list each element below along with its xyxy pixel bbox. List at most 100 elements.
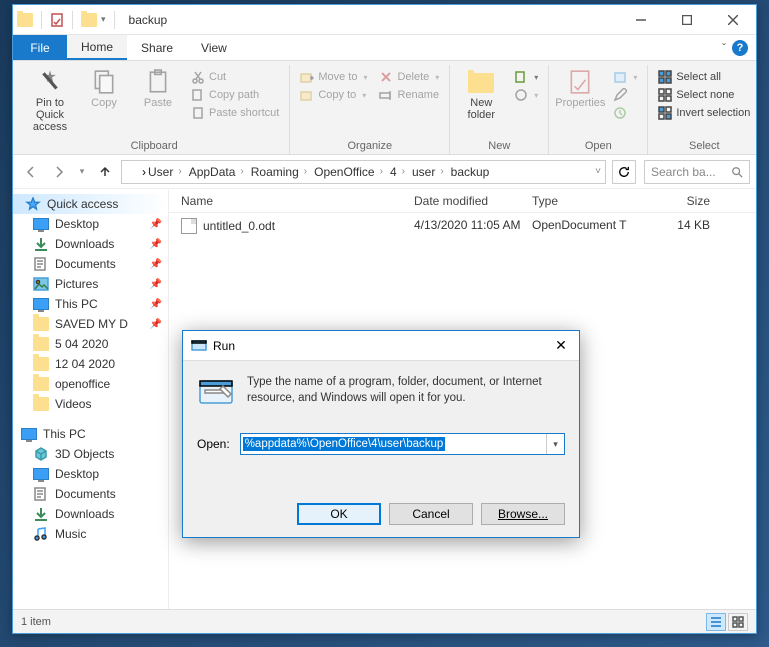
sidebar-item-videos[interactable]: Videos <box>13 394 168 414</box>
new-folder-button[interactable]: New folder <box>456 69 506 121</box>
file-tab[interactable]: File <box>13 35 67 60</box>
run-open-input[interactable]: %appdata%\OpenOffice\4\user\backup ▾ <box>240 433 565 455</box>
help-icon[interactable]: ? <box>732 40 748 56</box>
ribbon-group-clipboard: Pin to Quick access Copy Paste Cut Copy … <box>19 65 290 154</box>
copy-path-button[interactable]: Copy path <box>187 87 283 103</box>
open-button[interactable]: ▾ <box>609 69 641 85</box>
file-row[interactable]: untitled_0.odt 4/13/2020 11:05 AM OpenDo… <box>169 213 756 239</box>
run-ok-button[interactable]: OK <box>297 503 381 525</box>
run-browse-button[interactable]: Browse... <box>481 503 565 525</box>
pin-icon: 📌 <box>150 299 162 310</box>
details-view-button[interactable] <box>706 613 726 631</box>
copy-button[interactable]: Copy <box>79 69 129 109</box>
collapse-ribbon-icon[interactable]: ˇ <box>722 41 726 55</box>
quick-access-toolbar: ▾ <box>17 11 121 29</box>
run-cancel-button[interactable]: Cancel <box>389 503 473 525</box>
address-bar[interactable]: › User› AppData› Roaming› OpenOffice› 4›… <box>121 160 606 184</box>
titlebar: ▾ backup <box>13 5 756 35</box>
history-button[interactable] <box>609 105 641 121</box>
up-button[interactable] <box>93 160 117 184</box>
run-open-label: Open: <box>197 437 230 451</box>
cut-button[interactable]: Cut <box>187 69 283 85</box>
dropdown-icon[interactable]: ▾ <box>546 434 564 454</box>
minimize-button[interactable] <box>618 5 664 35</box>
column-date[interactable]: Date modified <box>414 194 532 208</box>
desktop-icon <box>33 468 49 480</box>
maximize-button[interactable] <box>664 5 710 35</box>
sidebar-quick-access[interactable]: Quick access <box>13 194 168 214</box>
breadcrumb-segment[interactable]: OpenOffice› <box>314 165 388 179</box>
sidebar-item-3dobjects[interactable]: 3D Objects <box>13 444 168 464</box>
close-button[interactable] <box>710 5 756 35</box>
sidebar-item-desktop[interactable]: Desktop📌 <box>13 214 168 234</box>
paste-button[interactable]: Paste <box>133 69 183 109</box>
folder-icon <box>33 337 49 351</box>
run-close-button[interactable]: ✕ <box>551 337 571 354</box>
column-name[interactable]: Name <box>169 194 414 208</box>
breadcrumb-segment[interactable]: backup <box>451 165 490 179</box>
document-icon <box>181 218 197 234</box>
breadcrumb-segment[interactable]: Roaming› <box>251 165 312 179</box>
select-none-button[interactable]: Select none <box>654 87 754 103</box>
sidebar-item-documents[interactable]: Documents📌 <box>13 254 168 274</box>
run-title-text: Run <box>213 339 235 353</box>
move-to-button[interactable]: Move to▾ <box>296 69 371 85</box>
breadcrumb-segment[interactable]: User› <box>148 165 187 179</box>
rename-button[interactable]: Rename <box>375 87 443 103</box>
ribbon-help: ˇ ? <box>714 35 756 60</box>
pc-icon <box>21 428 37 440</box>
new-folder-qat-icon[interactable] <box>81 13 97 27</box>
select-all-button[interactable]: Select all <box>654 69 754 85</box>
star-icon <box>25 197 41 211</box>
delete-button[interactable]: Delete▾ <box>375 69 443 85</box>
sidebar-item-pictures[interactable]: Pictures📌 <box>13 274 168 294</box>
address-dropdown-icon[interactable]: ˅ <box>595 166 601 177</box>
properties-qat-icon[interactable] <box>50 13 64 27</box>
breadcrumb-segment[interactable]: AppData› <box>189 165 249 179</box>
item-count: 1 item <box>21 616 51 628</box>
icons-view-button[interactable] <box>728 613 748 631</box>
pin-icon: 📌 <box>150 319 162 330</box>
sidebar-item-thispc-qa[interactable]: This PC📌 <box>13 294 168 314</box>
easy-access-button[interactable]: ▾ <box>510 87 542 103</box>
sidebar-item-folder1[interactable]: 5 04 2020 <box>13 334 168 354</box>
sidebar-item-openoffice[interactable]: openoffice <box>13 374 168 394</box>
sidebar-item-saved[interactable]: SAVED MY D📌 <box>13 314 168 334</box>
new-item-button[interactable]: ▾ <box>510 69 542 85</box>
edit-button[interactable] <box>609 87 641 103</box>
folder-icon <box>33 397 49 411</box>
sidebar-item-folder2[interactable]: 12 04 2020 <box>13 354 168 374</box>
refresh-button[interactable] <box>612 160 636 184</box>
back-button[interactable] <box>19 160 43 184</box>
status-bar: 1 item <box>13 609 756 633</box>
sidebar-item-downloads[interactable]: Downloads📌 <box>13 234 168 254</box>
sidebar-this-pc[interactable]: This PC <box>13 424 168 444</box>
sidebar-item-downloads2[interactable]: Downloads <box>13 504 168 524</box>
ribbon-group-open: Properties ▾ Open <box>549 65 648 154</box>
music-icon <box>33 527 49 541</box>
ribbon-tabs: File Home Share View ˇ ? <box>13 35 756 61</box>
tab-share[interactable]: Share <box>127 35 187 60</box>
breadcrumb-segment[interactable]: user› <box>412 165 449 179</box>
column-type[interactable]: Type <box>532 194 650 208</box>
paste-shortcut-button[interactable]: Paste shortcut <box>187 105 283 121</box>
search-input[interactable]: Search ba... <box>644 160 750 184</box>
recent-locations-button[interactable]: ▾ <box>75 160 89 184</box>
window-title: backup <box>129 13 168 27</box>
tab-view[interactable]: View <box>187 35 241 60</box>
folder-icon <box>33 377 49 391</box>
folder-icon <box>33 357 49 371</box>
sidebar-item-desktop2[interactable]: Desktop <box>13 464 168 484</box>
copy-to-button[interactable]: Copy to▾ <box>296 87 371 103</box>
pin-icon: 📌 <box>150 219 162 230</box>
forward-button[interactable] <box>47 160 71 184</box>
sidebar-item-documents2[interactable]: Documents <box>13 484 168 504</box>
properties-button[interactable]: Properties <box>555 69 605 109</box>
invert-selection-button[interactable]: Invert selection <box>654 105 754 121</box>
pin-icon: 📌 <box>150 259 162 270</box>
pin-to-quick-access-button[interactable]: Pin to Quick access <box>25 69 75 133</box>
breadcrumb-segment[interactable]: 4› <box>390 165 410 179</box>
sidebar-item-music[interactable]: Music <box>13 524 168 544</box>
column-size[interactable]: Size <box>650 194 722 208</box>
tab-home[interactable]: Home <box>67 35 127 60</box>
